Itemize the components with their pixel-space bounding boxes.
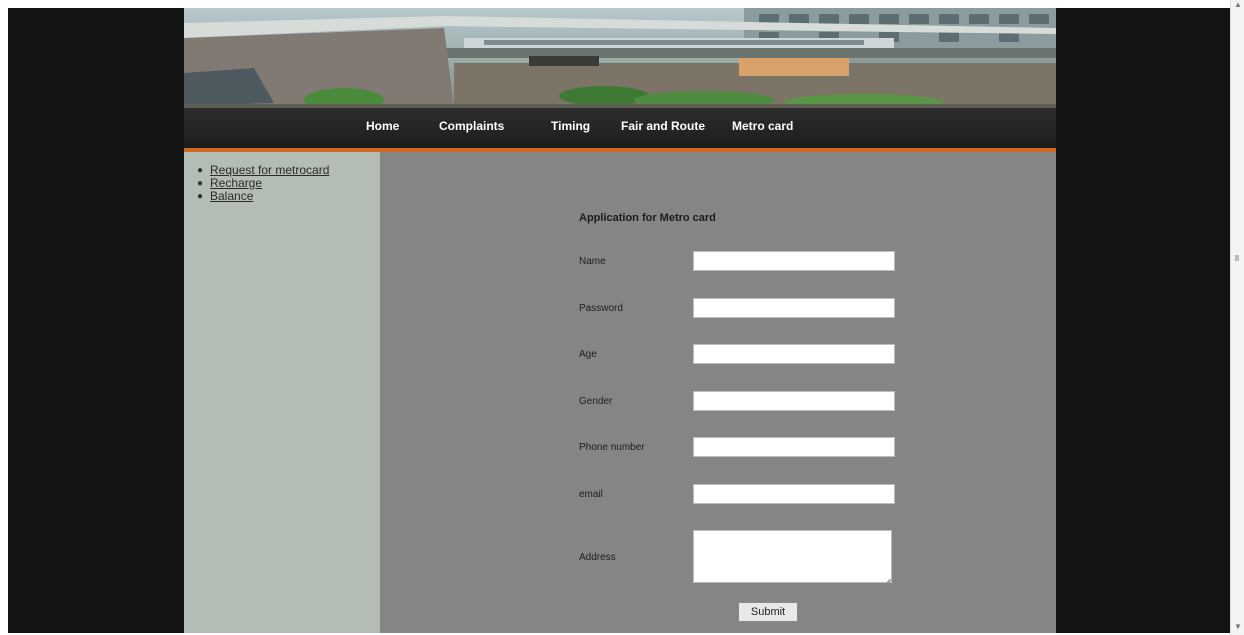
page-container: Home Complaints Timing Fair and Route Me… [184,8,1056,633]
password-label: Password [579,303,623,314]
password-input[interactable] [693,298,895,318]
bullet-icon: ● [197,191,204,202]
phone-number-label: Phone number [579,442,645,453]
sidebar-item-balance: ● Balance [197,189,329,203]
vertical-scrollbar[interactable]: ▲ ▼ [1230,0,1244,635]
metro-station-banner-art [184,8,1056,108]
bullet-icon: ● [197,178,204,189]
age-label: Age [579,349,597,360]
bullet-icon: ● [197,165,204,176]
gender-input[interactable] [693,391,895,411]
nav-link-metro-card[interactable]: Metro card [732,119,793,133]
form-title: Application for Metro card [579,212,716,224]
gender-label: Gender [579,396,613,407]
sidebar-link-balance[interactable]: Balance [210,189,253,203]
main-navbar: Home Complaints Timing Fair and Route Me… [184,108,1056,152]
scroll-up-arrow-icon[interactable]: ▲ [1234,0,1242,9]
submit-button[interactable]: Submit [738,602,798,622]
phone-number-input[interactable] [693,437,895,457]
address-label: Address [579,552,616,563]
sidebar: ● Request for metrocard ● Recharge ● Bal… [184,152,380,633]
name-input[interactable] [693,251,895,271]
scroll-down-arrow-icon[interactable]: ▼ [1234,622,1242,631]
sidebar-link-request-metrocard[interactable]: Request for metrocard [210,163,329,177]
browser-viewport: Home Complaints Timing Fair and Route Me… [8,8,1230,633]
address-textarea[interactable] [693,530,892,583]
email-input[interactable] [693,484,895,504]
main-content: Application for Metro card Name Password… [380,152,1056,633]
scrollbar-thumb[interactable] [1235,255,1239,261]
nav-link-home[interactable]: Home [366,119,399,133]
name-label: Name [579,256,606,267]
age-input[interactable] [693,344,895,364]
resize-grip-icon[interactable]: ◢ [886,577,891,584]
sidebar-link-recharge[interactable]: Recharge [210,176,262,190]
nav-link-complaints[interactable]: Complaints [439,119,504,133]
header-banner-image [184,8,1056,108]
email-label: email [579,489,603,500]
nav-link-fair-and-route[interactable]: Fair and Route [621,119,705,133]
sidebar-menu: ● Request for metrocard ● Recharge ● Bal… [197,163,329,203]
nav-link-timing[interactable]: Timing [551,119,590,133]
